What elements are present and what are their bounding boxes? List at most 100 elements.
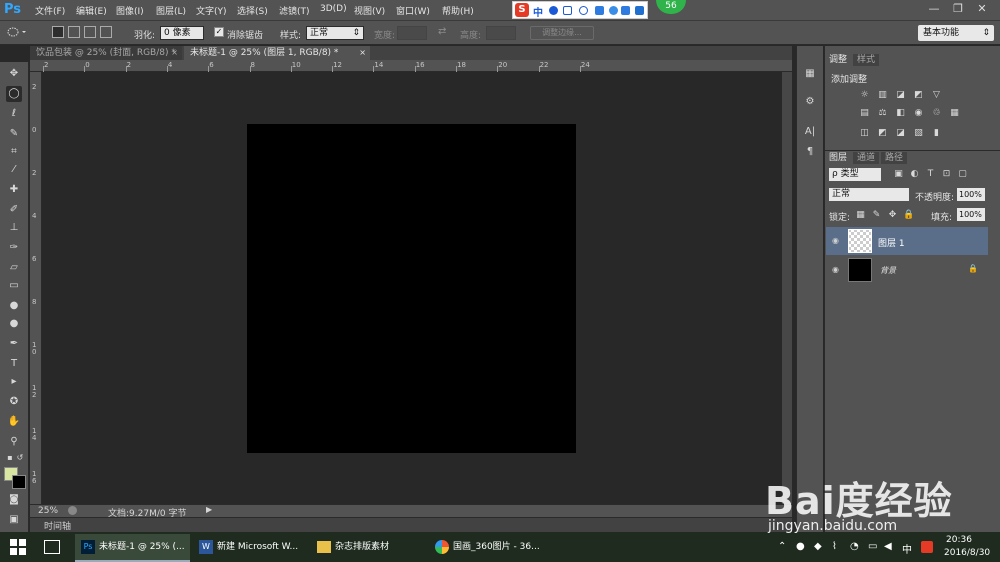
layer-filter-select[interactable]: ρ 类型	[829, 168, 881, 181]
tab-layers[interactable]: 图层	[825, 152, 852, 164]
paragraph-panel-icon[interactable]: ¶	[802, 144, 818, 160]
opacity-input[interactable]: 100%	[957, 188, 985, 201]
tab-beverage-package[interactable]: 饮品包装 @ 25% (封面, RGB/8) * ×	[30, 46, 182, 60]
posterize-icon[interactable]: ◩	[877, 128, 888, 139]
path-selection-tool-icon[interactable]: ▸	[6, 374, 22, 390]
taskbar-folder[interactable]: 杂志排版素材	[311, 534, 426, 560]
document-canvas[interactable]	[247, 124, 576, 453]
ime-mode[interactable]: 中	[533, 4, 543, 19]
swap-colors-icon[interactable]: ↺	[12, 450, 28, 466]
tab-channels[interactable]: 通道	[853, 152, 880, 164]
visibility-eye-icon[interactable]: ◉	[832, 236, 842, 246]
history-brush-tool-icon[interactable]: ✑	[6, 240, 22, 256]
menu-3d[interactable]: 3D(D)	[320, 4, 347, 14]
background-color-swatch[interactable]	[12, 475, 26, 489]
filter-smart-icon[interactable]: ▢	[957, 169, 968, 180]
tab-adjustments[interactable]: 调整	[825, 54, 852, 66]
vibrance-icon[interactable]: ▽	[931, 90, 942, 101]
brush-tool-icon[interactable]: ✐	[6, 202, 22, 218]
filter-adjust-icon[interactable]: ◐	[909, 169, 920, 180]
channel-mixer-icon[interactable]: ♲	[931, 108, 942, 119]
menu-type[interactable]: 文字(Y)	[196, 4, 227, 17]
tab-untitled-1[interactable]: 未标题-1 @ 25% (图层 1, RGB/8) * ×	[184, 46, 370, 60]
curves-icon[interactable]: ◪	[895, 90, 906, 101]
workspace-select[interactable]: 基本功能 ⇕	[918, 25, 994, 41]
menu-layer[interactable]: 图层(L)	[156, 4, 186, 17]
add-selection-icon[interactable]	[68, 26, 80, 38]
gradient-tool-icon[interactable]: ▭	[6, 278, 22, 294]
menu-select[interactable]: 选择(S)	[237, 4, 268, 17]
threshold-icon[interactable]: ◪	[895, 128, 906, 139]
menu-file[interactable]: 文件(F)	[35, 4, 65, 17]
healing-brush-tool-icon[interactable]: ✚	[6, 182, 22, 198]
tray-message-icon[interactable]: ▭	[868, 541, 877, 552]
zoom-level[interactable]: 25%	[38, 506, 58, 516]
user-icon[interactable]	[609, 6, 618, 15]
custom-shape-tool-icon[interactable]: ✪	[6, 394, 22, 410]
hand-tool-icon[interactable]: ✋	[6, 414, 22, 430]
color-lookup-icon[interactable]: ▦	[949, 108, 960, 119]
quick-selection-tool-icon[interactable]: ✎	[6, 126, 22, 142]
history-panel-icon[interactable]: ▦	[802, 66, 818, 82]
taskbar-photoshop[interactable]: Ps 未标题-1 @ 25% (...	[75, 534, 190, 562]
close-tab-icon[interactable]: ×	[359, 46, 366, 60]
blend-mode-select[interactable]: 正常	[829, 188, 909, 201]
menu-help[interactable]: 帮助(H)	[442, 4, 474, 17]
character-panel-icon[interactable]: A|	[802, 124, 818, 140]
tab-styles[interactable]: 样式	[853, 54, 880, 66]
vertical-scrollbar[interactable]	[782, 72, 792, 504]
tray-app-icon[interactable]: ●	[796, 541, 805, 552]
lock-pixels-icon[interactable]: ✎	[871, 210, 882, 221]
close-tab-icon[interactable]: ×	[171, 46, 178, 60]
height-input[interactable]	[486, 26, 516, 40]
tray-volume-icon[interactable]: ◀	[884, 541, 892, 552]
tray-ime-label[interactable]: 中	[902, 541, 912, 556]
intersect-selection-icon[interactable]	[100, 26, 112, 38]
close-button[interactable]: ✕	[972, 1, 992, 16]
status-indicator-icon[interactable]	[68, 506, 77, 515]
windows-start-icon[interactable]	[10, 539, 26, 555]
visibility-eye-icon[interactable]: ◉	[832, 265, 842, 275]
emoji-icon[interactable]	[579, 6, 588, 15]
elliptical-marquee-tool-icon[interactable]: ◯	[6, 86, 22, 102]
menu-view[interactable]: 视图(V)	[354, 4, 385, 17]
screen-mode-icon[interactable]: ▣	[6, 512, 22, 528]
brightness-icon[interactable]: ☼	[859, 90, 870, 101]
refine-edge-button[interactable]: 调整边缘...	[530, 26, 594, 40]
tab-paths[interactable]: 路径	[881, 152, 908, 164]
restore-button[interactable]: ❐	[948, 1, 968, 16]
dodge-tool-icon[interactable]: ●	[6, 316, 22, 332]
quick-mask-icon[interactable]: ◙	[6, 492, 22, 508]
status-menu-arrow-icon[interactable]: ▶	[206, 505, 212, 514]
tray-sogou-icon[interactable]	[921, 541, 933, 553]
menu-image[interactable]: 图像(I)	[116, 4, 144, 17]
lock-position-icon[interactable]: ✥	[887, 210, 898, 221]
menu-filter[interactable]: 滤镜(T)	[279, 4, 310, 17]
properties-panel-icon[interactable]: ⚙	[802, 94, 818, 110]
black-white-icon[interactable]: ◧	[895, 108, 906, 119]
exposure-icon[interactable]: ◩	[913, 90, 924, 101]
wrench-icon[interactable]	[635, 6, 644, 15]
tray-wifi-icon[interactable]: ◔	[850, 541, 859, 552]
invert-icon[interactable]: ◫	[859, 128, 870, 139]
clock-time[interactable]: 20:36	[946, 535, 972, 545]
antialias-checkbox[interactable]: ✓	[214, 27, 224, 37]
eyedropper-tool-icon[interactable]: ⁄	[6, 162, 22, 178]
tray-security-icon[interactable]: ◆	[814, 541, 822, 552]
punctuation-icon[interactable]	[563, 6, 572, 15]
layer-name[interactable]: 图层 1	[878, 236, 905, 249]
taskbar-word[interactable]: W 新建 Microsoft W...	[193, 534, 308, 560]
minimize-button[interactable]: —	[924, 1, 944, 16]
crop-tool-icon[interactable]: ⌗	[6, 144, 22, 160]
taskbar-360-browser[interactable]: 国画_360图片 - 36...	[429, 534, 549, 560]
swap-icon[interactable]: ⇄	[438, 26, 446, 37]
eraser-tool-icon[interactable]: ▱	[6, 260, 22, 276]
clock-date[interactable]: 2016/8/30	[944, 548, 990, 558]
photo-filter-icon[interactable]: ◉	[913, 108, 924, 119]
pen-tool-icon[interactable]: ✒	[6, 336, 22, 352]
hue-saturation-icon[interactable]: ▤	[859, 108, 870, 119]
menu-window[interactable]: 窗口(W)	[396, 4, 430, 17]
timeline-panel[interactable]: 时间轴	[30, 517, 792, 532]
lasso-tool-icon[interactable]: ℓ	[6, 106, 22, 122]
blur-tool-icon[interactable]: ●	[6, 298, 22, 314]
